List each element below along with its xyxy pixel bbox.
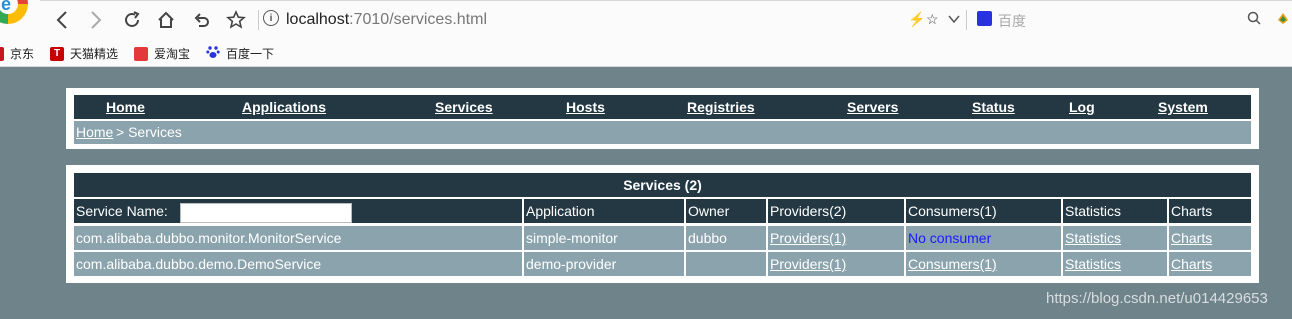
service-name-input[interactable] [180, 203, 352, 223]
lightning-icon[interactable]: ⚡ [908, 11, 925, 28]
extension-icon[interactable] [1276, 11, 1290, 28]
tmall-icon: T [50, 46, 64, 61]
header-owner: Owner [686, 199, 766, 223]
bookmark-star-icon[interactable] [224, 8, 248, 32]
table-row-2-service: com.alibaba.dubbo.demo.DemoService [74, 252, 522, 276]
header-consumers: Consumers(1) [906, 199, 1061, 223]
statistics-link[interactable]: Statistics [1065, 230, 1121, 246]
nav-log[interactable]: Log [1069, 99, 1095, 115]
breadcrumb-home-link[interactable]: Home [76, 124, 113, 140]
charts-link[interactable]: Charts [1171, 230, 1212, 246]
table-row-2-charts-cell: Charts [1169, 252, 1251, 276]
bookmarks-bar: 京东 T 天猫精选 爱淘宝 百度一下 [0, 40, 1292, 67]
browser-logo-icon: e [0, 0, 28, 24]
nav-hosts[interactable]: Hosts [566, 99, 605, 115]
nav-servers[interactable]: Servers [847, 99, 898, 115]
baidu-engine-icon[interactable] [977, 11, 992, 26]
table-row-1-providers-cell: Providers(1) [768, 226, 904, 250]
address-text[interactable]: localhost:7010/services.html [286, 11, 487, 29]
bookmark-tmall[interactable]: T 天猫精选 [50, 45, 118, 62]
bookmark-jd[interactable]: 京东 [0, 45, 34, 62]
table-row-1-owner: dubbo [686, 226, 766, 250]
statistics-link[interactable]: Statistics [1065, 256, 1121, 272]
favorite-star-icon[interactable]: ☆ [926, 11, 939, 28]
bookmark-label: 百度一下 [226, 47, 275, 61]
consumers-link[interactable]: Consumers(1) [908, 256, 997, 272]
back-icon[interactable] [50, 8, 74, 32]
service-name-header: Service Name: [74, 199, 522, 223]
nav-panel: Home Applications Services Hosts Registr… [66, 88, 1259, 149]
table-row-1-service: com.alibaba.dubbo.monitor.MonitorService [74, 226, 522, 250]
bookmark-aitaobao[interactable]: 爱淘宝 [134, 45, 190, 62]
undo-icon[interactable] [190, 8, 214, 32]
search-divider [966, 10, 967, 30]
table-row-2-consumers-cell: Consumers(1) [906, 252, 1061, 276]
table-row-2-application: demo-provider [524, 252, 684, 276]
search-icon[interactable] [1247, 11, 1261, 28]
services-panel: Services (2) Service Name: Application O… [66, 165, 1259, 283]
table-row-1-charts-cell: Charts [1169, 226, 1251, 250]
nav-services[interactable]: Services [435, 99, 493, 115]
site-info-icon[interactable]: i [263, 10, 279, 26]
bookmark-baidu[interactable]: 百度一下 [206, 45, 274, 62]
nav-applications[interactable]: Applications [242, 99, 326, 115]
services-caption: Services (2) [74, 173, 1251, 197]
baidu-paw-icon [206, 45, 220, 62]
nav-status[interactable]: Status [972, 99, 1015, 115]
table-row-1-statistics-cell: Statistics [1063, 226, 1167, 250]
chevron-down-icon[interactable] [948, 11, 960, 27]
bookmark-label: 天猫精选 [70, 47, 119, 61]
url-path: :7010/services.html [349, 11, 487, 28]
header-charts: Charts [1169, 199, 1251, 223]
home-icon[interactable] [154, 8, 178, 32]
nav-home[interactable]: Home [106, 99, 145, 115]
table-row-1-application: simple-monitor [524, 226, 684, 250]
breadcrumb-current: > Services [116, 124, 182, 140]
table-row-2-owner [686, 252, 766, 276]
watermark: https://blog.csdn.net/u014429653 [1046, 290, 1268, 307]
providers-link[interactable]: Providers(1) [770, 256, 846, 272]
main-nav: Home Applications Services Hosts Registr… [74, 95, 1251, 119]
providers-link[interactable]: Providers(1) [770, 230, 846, 246]
forward-icon[interactable] [84, 8, 108, 32]
bookmark-label: 京东 [10, 47, 35, 61]
table-row-1-consumers-cell: No consumer [906, 226, 1061, 250]
header-statistics: Statistics [1063, 199, 1167, 223]
service-name-label: Service Name: [76, 203, 168, 219]
bookmark-label: 爱淘宝 [154, 47, 191, 61]
browser-toolbar: e i localhost:7010/services.html ⚡ ☆ 百度 [0, 0, 1292, 41]
jd-icon [0, 46, 4, 61]
nav-system[interactable]: System [1158, 99, 1208, 115]
reload-icon[interactable] [120, 8, 144, 32]
header-providers: Providers(2) [768, 199, 904, 223]
breadcrumb: Home > Services [74, 121, 1251, 144]
header-application: Application [524, 199, 684, 223]
no-consumer-text: No consumer [908, 230, 992, 246]
nav-registries[interactable]: Registries [687, 99, 755, 115]
table-row-2-statistics-cell: Statistics [1063, 252, 1167, 276]
url-host: localhost [286, 11, 350, 28]
table-row-2-providers-cell: Providers(1) [768, 252, 904, 276]
tab-strip-edge [40, 0, 1292, 1]
aitaobao-icon [134, 46, 148, 61]
search-placeholder: 百度 [998, 13, 1026, 29]
charts-link[interactable]: Charts [1171, 256, 1212, 272]
